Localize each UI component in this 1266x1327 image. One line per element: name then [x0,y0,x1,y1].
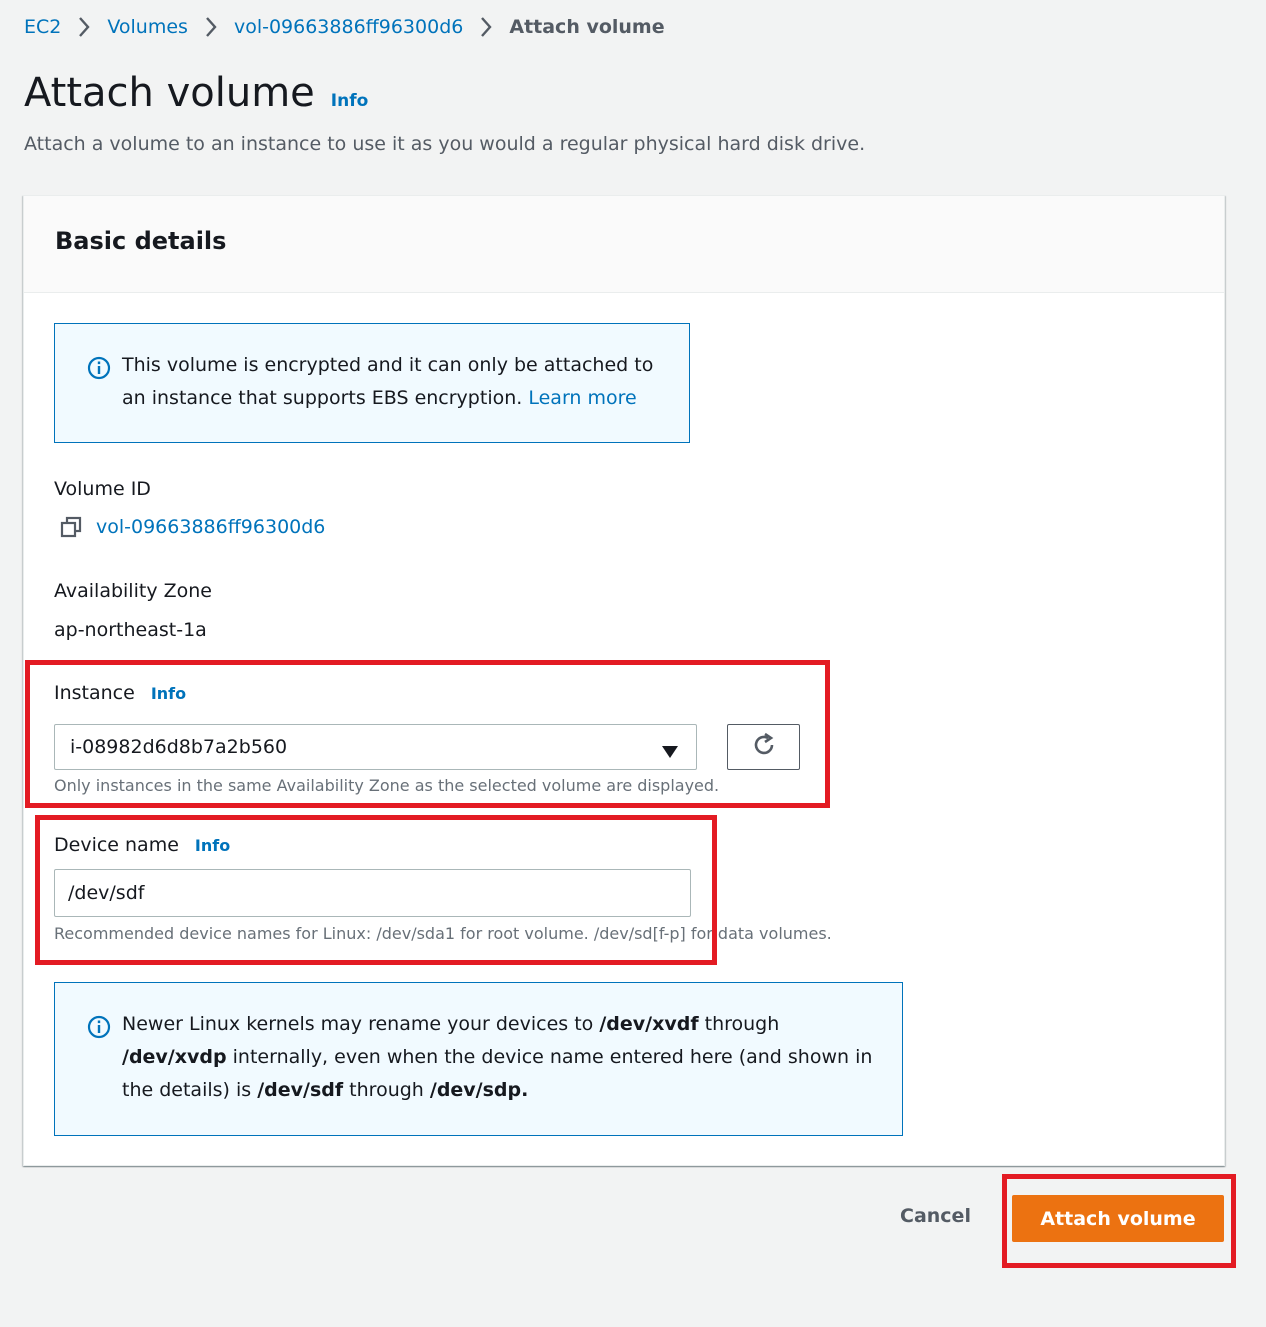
kernel-alert-text: Newer Linux kernels may rename your devi… [122,1008,872,1107]
attach-volume-button[interactable]: Attach volume [1012,1195,1224,1242]
availability-zone-label: Availability Zone [54,580,212,602]
container-title: Basic details [55,227,227,255]
page-info-link[interactable]: Info [331,91,369,111]
learn-more-link[interactable]: Learn more [528,387,636,409]
volume-id-link[interactable]: vol-09663886ff96300d6 [96,516,325,538]
kernel-alert-p3: internally, even when the device name en… [226,1046,873,1068]
kernel-alert-line2: /dev/xvdp internally, even when the devi… [122,1041,872,1074]
volume-id-label: Volume ID [54,478,151,500]
encryption-alert-line1: This volume is encrypted and it can only… [122,354,654,376]
instance-highlight-box [25,660,830,808]
kernel-alert-p4: the details) is [122,1079,258,1101]
copy-icon[interactable] [60,516,82,538]
kernel-alert-b4: /dev/sdp. [429,1079,529,1101]
breadcrumb-ec2[interactable]: EC2 [24,16,61,38]
breadcrumb-volume-id[interactable]: vol-09663886ff96300d6 [234,16,463,38]
kernel-alert-line1: Newer Linux kernels may rename your devi… [122,1008,872,1041]
breadcrumb-volumes[interactable]: Volumes [107,16,188,38]
kernel-alert-p5: through [343,1079,430,1101]
kernel-alert-line3: the details) is /dev/sdf through /dev/sd… [122,1074,872,1107]
cancel-button[interactable]: Cancel [900,1205,971,1235]
kernel-alert-b2: /dev/xvdp [122,1046,227,1068]
kernel-alert-p1: Newer Linux kernels may rename your devi… [122,1013,600,1035]
breadcrumb-current: Attach volume [509,16,665,38]
encryption-alert-line2-wrap: an instance that supports EBS encryption… [122,382,653,415]
chevron-right-icon [196,13,226,41]
page-title-text: Attach volume [24,70,315,116]
kernel-alert-b3: /dev/sdf [257,1079,344,1101]
availability-zone-value: ap-northeast-1a [54,619,207,641]
encryption-alert-line2: an instance that supports EBS encryption… [122,387,523,409]
encryption-alert-text: This volume is encrypted and it can only… [122,349,653,415]
page-title: Attach volume Info [24,70,368,116]
kernel-alert-b1: /dev/xvdf [599,1013,699,1035]
page-description: Attach a volume to an instance to use it… [24,133,866,155]
device-name-highlight-box [35,815,717,965]
kernel-alert-p2: through [698,1013,780,1035]
info-circle-icon [87,356,111,380]
volume-id-row: vol-09663886ff96300d6 [60,516,325,538]
chevron-right-icon [69,13,99,41]
encryption-alert: This volume is encrypted and it can only… [54,323,690,443]
chevron-right-icon [471,13,501,41]
container-header: Basic details [24,196,1224,293]
info-circle-icon [87,1015,111,1039]
kernel-rename-alert: Newer Linux kernels may rename your devi… [54,982,903,1136]
breadcrumb: EC2 Volumes vol-09663886ff96300d6 Attach… [24,13,665,41]
